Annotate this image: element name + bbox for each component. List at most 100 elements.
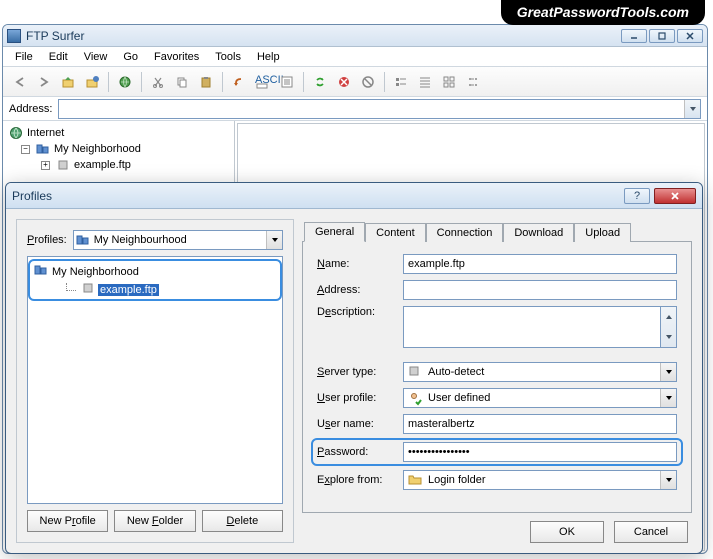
tab-content[interactable]: Content [365, 223, 426, 242]
dialog-titlebar: Profiles ? [6, 183, 702, 209]
explore-from-combo[interactable]: Login folder [403, 470, 677, 490]
help-button[interactable]: ? [624, 188, 650, 204]
neighborhood-icon [34, 263, 48, 280]
tab-general[interactable]: General [304, 222, 365, 242]
view-details-button[interactable] [414, 71, 436, 93]
server-type-value: Auto-detect [428, 366, 484, 378]
toolbar: ASCII [3, 67, 707, 97]
toolbar-separator [384, 72, 385, 92]
new-profile-button[interactable]: New Profile [27, 510, 108, 532]
expander-plus-icon[interactable]: + [41, 161, 50, 170]
menu-file[interactable]: File [7, 49, 41, 65]
abort-button[interactable] [357, 71, 379, 93]
menu-view[interactable]: View [76, 49, 116, 65]
ascii-button[interactable]: ASCII [252, 71, 274, 93]
maximize-button[interactable] [649, 29, 675, 43]
profile-tree-highlight: My Neighborhood example.ftp [28, 259, 282, 301]
window-title: FTP Surfer [26, 29, 621, 43]
tab-connection[interactable]: Connection [426, 223, 504, 242]
profiles-combo[interactable]: My Neighbourhood [73, 230, 283, 250]
dropdown-icon[interactable] [266, 231, 282, 249]
dropdown-icon[interactable] [660, 389, 676, 407]
dialog-footer: OK Cancel [302, 513, 692, 543]
view-small-button[interactable] [462, 71, 484, 93]
scroll-down-icon[interactable] [661, 327, 676, 347]
user-profile-combo[interactable]: User defined [403, 388, 677, 408]
globe-icon [9, 126, 23, 140]
minimize-button[interactable] [621, 29, 647, 43]
svg-text:?: ? [634, 190, 640, 202]
tree-neighborhood[interactable]: − My Neighborhood [7, 141, 230, 157]
profiles-combo-label: Profiles: [27, 234, 67, 246]
paste-button[interactable] [195, 71, 217, 93]
back-button[interactable] [9, 71, 31, 93]
address-dropdown-icon[interactable] [684, 100, 700, 118]
description-label: Description: [317, 306, 403, 318]
expander-minus-icon[interactable]: − [21, 145, 30, 154]
menu-edit[interactable]: Edit [41, 49, 76, 65]
tree-connector-icon [66, 283, 76, 291]
profile-tree[interactable]: My Neighborhood example.ftp [27, 256, 283, 504]
ok-button[interactable]: OK [530, 521, 604, 543]
properties-button[interactable] [276, 71, 298, 93]
explore-from-value: Login folder [428, 474, 486, 486]
user-profile-value: User defined [428, 392, 490, 404]
tree-example[interactable]: + example.ftp [7, 157, 230, 173]
home-button[interactable] [81, 71, 103, 93]
menubar: File Edit View Go Favorites Tools Help [3, 47, 707, 67]
profile-tree-item-label: example.ftp [98, 284, 159, 296]
server-type-label: Server type: [317, 366, 403, 378]
new-folder-button[interactable]: New Folder [114, 510, 195, 532]
user-name-label: User name: [317, 418, 403, 430]
cancel-button[interactable]: Cancel [614, 521, 688, 543]
tab-upload[interactable]: Upload [574, 223, 631, 242]
profile-tree-item[interactable]: example.ftp [32, 281, 278, 298]
menu-favorites[interactable]: Favorites [146, 49, 207, 65]
password-input[interactable] [403, 442, 677, 462]
neighborhood-icon [36, 142, 50, 156]
dropdown-icon[interactable] [660, 363, 676, 381]
dialog-close-button[interactable] [654, 188, 696, 204]
tree-internet[interactable]: Internet [7, 125, 230, 141]
address-combo[interactable] [58, 99, 701, 119]
forward-button[interactable] [33, 71, 55, 93]
user-check-icon [408, 391, 422, 405]
server-icon [56, 158, 70, 172]
toolbar-separator [108, 72, 109, 92]
address-bar: Address: [3, 97, 707, 121]
toolbar-separator [141, 72, 142, 92]
server-type-combo[interactable]: Auto-detect [403, 362, 677, 382]
menu-help[interactable]: Help [249, 49, 288, 65]
up-button[interactable] [57, 71, 79, 93]
user-name-input[interactable] [403, 414, 677, 434]
profiles-dialog: Profiles ? Profiles: My Neighbourhood My… [5, 182, 703, 554]
user-profile-label: User profile: [317, 392, 403, 404]
textarea-scrollbar[interactable] [661, 306, 677, 348]
copy-button[interactable] [171, 71, 193, 93]
profiles-left-panel: Profiles: My Neighbourhood My Neighborho… [16, 219, 294, 543]
view-icons-button[interactable] [438, 71, 460, 93]
stop-button[interactable] [333, 71, 355, 93]
close-button[interactable] [677, 29, 703, 43]
address-input[interactable] [403, 280, 677, 300]
dropdown-icon[interactable] [660, 471, 676, 489]
delete-button[interactable]: Delete [202, 510, 283, 532]
refresh-button[interactable] [309, 71, 331, 93]
address-label: Address: [317, 284, 403, 296]
tab-download[interactable]: Download [503, 223, 574, 242]
undo-button[interactable] [228, 71, 250, 93]
name-input[interactable] [403, 254, 677, 274]
address-label: Address: [9, 103, 52, 115]
main-titlebar: FTP Surfer [3, 25, 707, 47]
menu-go[interactable]: Go [115, 49, 146, 65]
server-icon [82, 282, 94, 297]
tree-label: example.ftp [74, 159, 131, 171]
menu-tools[interactable]: Tools [207, 49, 249, 65]
cut-button[interactable] [147, 71, 169, 93]
tab-body-general: Name: Address: Description: [302, 241, 692, 513]
connect-button[interactable] [114, 71, 136, 93]
profile-tree-root[interactable]: My Neighborhood [32, 262, 278, 281]
view-list-button[interactable] [390, 71, 412, 93]
description-textarea[interactable] [403, 306, 661, 348]
scroll-up-icon[interactable] [661, 307, 676, 327]
